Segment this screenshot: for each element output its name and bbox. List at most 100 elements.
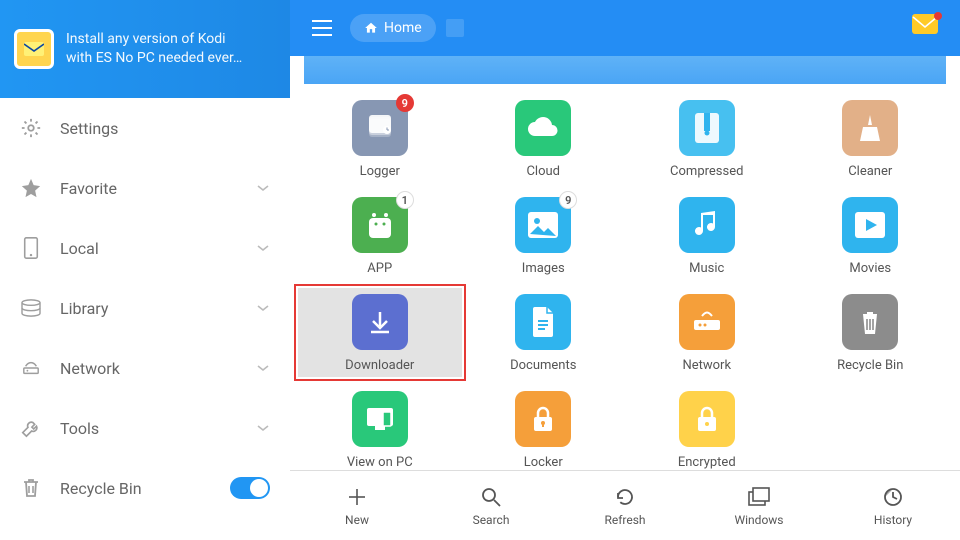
view-on-pc-icon	[352, 391, 408, 447]
tile-music[interactable]: Music	[625, 191, 789, 280]
sidebar-item-recycle-bin[interactable]: Recycle Bin	[0, 458, 290, 518]
tile-recycle-bin[interactable]: Recycle Bin	[789, 288, 953, 377]
tile-grid-wrap: 9 Logger Cloud Compressed Cleaner 1 APP …	[290, 84, 960, 470]
topbar: Home	[290, 0, 960, 56]
chevron-down-icon	[256, 424, 270, 432]
tile-label: Cloud	[526, 164, 560, 179]
search-icon	[479, 485, 503, 509]
recycle-bin-icon	[20, 477, 42, 499]
cloud-icon	[515, 100, 571, 156]
app-icon: 1	[352, 197, 408, 253]
toolbar-label: Search	[473, 513, 510, 527]
sidebar-item-label: Library	[60, 299, 238, 318]
promo-text: Install any version of Kodi with ES No P…	[66, 30, 242, 68]
menu-button[interactable]	[304, 10, 340, 46]
tile-network[interactable]: Network	[625, 288, 789, 377]
sidebar-item-label: Settings	[60, 119, 270, 138]
notification-mail-icon[interactable]	[912, 14, 940, 42]
tools-icon	[20, 417, 42, 439]
windows-icon	[747, 485, 771, 509]
encrypted-icon	[679, 391, 735, 447]
toolbar-label: New	[345, 513, 369, 527]
tile-label: Cleaner	[848, 164, 892, 179]
compressed-icon	[679, 100, 735, 156]
tile-images[interactable]: 9 Images	[462, 191, 626, 280]
breadcrumb-home[interactable]: Home	[350, 14, 436, 42]
sidebar-item-local[interactable]: Local	[0, 218, 290, 278]
history-icon	[881, 485, 905, 509]
sidebar-item-label: Local	[60, 239, 238, 258]
tile-locker[interactable]: Locker	[462, 385, 626, 470]
logger-icon: 9	[352, 100, 408, 156]
refresh-icon	[613, 485, 637, 509]
breadcrumb-extra	[446, 19, 464, 37]
chevron-down-icon	[256, 244, 270, 252]
tile-label: Music	[689, 261, 724, 276]
tile-view-on-pc[interactable]: View on PC	[298, 385, 462, 470]
tile-logger[interactable]: 9 Logger	[298, 94, 462, 183]
main-area: Home 9 Logger Cloud Compressed Cleaner 1…	[290, 0, 960, 540]
badge: 1	[396, 191, 414, 209]
tile-label: Network	[682, 358, 731, 373]
tile-grid: 9 Logger Cloud Compressed Cleaner 1 APP …	[298, 94, 952, 470]
movies-icon	[842, 197, 898, 253]
home-icon	[364, 21, 378, 35]
chevron-down-icon	[256, 184, 270, 192]
toolbar-history[interactable]: History	[826, 471, 960, 540]
tile-encrypted[interactable]: Encrypted	[625, 385, 789, 470]
badge: 9	[396, 94, 414, 112]
sidebar-item-network[interactable]: Network	[0, 338, 290, 398]
promo-banner[interactable]: Install any version of Kodi with ES No P…	[0, 0, 290, 98]
toggle-switch[interactable]	[230, 477, 270, 499]
tile-label: Downloader	[345, 358, 414, 373]
chevron-down-icon	[256, 364, 270, 372]
recycle-bin-icon	[842, 294, 898, 350]
sidebar-item-library[interactable]: Library	[0, 278, 290, 338]
local-icon	[20, 237, 42, 259]
sidebar-item-tools[interactable]: Tools	[0, 398, 290, 458]
badge: 9	[559, 191, 577, 209]
cleaner-icon	[842, 100, 898, 156]
tile-label: Locker	[524, 455, 563, 470]
toolbar-refresh[interactable]: Refresh	[558, 471, 692, 540]
images-icon: 9	[515, 197, 571, 253]
sidebar-item-label: Favorite	[60, 179, 238, 198]
sidebar: Install any version of Kodi with ES No P…	[0, 0, 290, 540]
toolbar-label: Windows	[734, 513, 783, 527]
sidebar-item-favorite[interactable]: Favorite	[0, 158, 290, 218]
tile-movies[interactable]: Movies	[789, 191, 953, 280]
tile-cloud[interactable]: Cloud	[462, 94, 626, 183]
sidebar-item-label: Network	[60, 359, 238, 378]
documents-icon	[515, 294, 571, 350]
sidebar-item-label: Recycle Bin	[60, 479, 212, 498]
toolbar-label: Refresh	[604, 513, 645, 527]
favorite-icon	[20, 177, 42, 199]
toolbar-new[interactable]: New	[290, 471, 424, 540]
toolbar-search[interactable]: Search	[424, 471, 558, 540]
locker-icon	[515, 391, 571, 447]
sidebar-item-label: Tools	[60, 419, 238, 438]
network-icon	[679, 294, 735, 350]
tile-app[interactable]: 1 APP	[298, 191, 462, 280]
tile-cleaner[interactable]: Cleaner	[789, 94, 953, 183]
toolbar-label: History	[874, 513, 912, 527]
notification-dot	[934, 12, 942, 20]
tile-label: Images	[522, 261, 565, 276]
new-icon	[345, 485, 369, 509]
tile-label: Logger	[360, 164, 400, 179]
tile-label: Movies	[849, 261, 891, 276]
sidebar-item-settings[interactable]: Settings	[0, 98, 290, 158]
sidebar-nav: Settings Favorite Local Library Network …	[0, 98, 290, 540]
address-bar	[304, 56, 946, 84]
tile-label: Encrypted	[678, 455, 736, 470]
downloader-icon	[352, 294, 408, 350]
tile-label: View on PC	[347, 455, 413, 470]
tile-label: Compressed	[670, 164, 743, 179]
settings-icon	[20, 117, 42, 139]
tile-compressed[interactable]: Compressed	[625, 94, 789, 183]
library-icon	[20, 297, 42, 319]
toolbar-windows[interactable]: Windows	[692, 471, 826, 540]
tile-documents[interactable]: Documents	[462, 288, 626, 377]
tile-downloader[interactable]: Downloader	[298, 288, 462, 377]
chevron-down-icon	[256, 304, 270, 312]
